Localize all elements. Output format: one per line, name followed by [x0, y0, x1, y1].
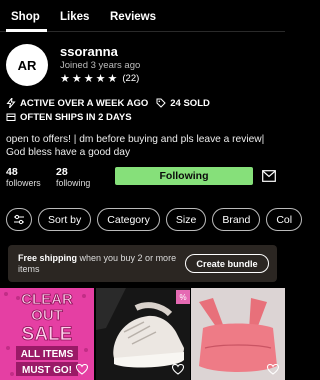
box-icon	[6, 113, 16, 121]
rating-count: (22)	[122, 73, 140, 84]
listing-item[interactable]: %	[96, 288, 190, 380]
shipping-message: Free shipping when you buy 2 or more ite…	[18, 253, 178, 275]
sort-by-chip[interactable]: Sort by	[38, 208, 92, 231]
tag-icon	[156, 98, 166, 108]
clearout-line-4: ALL ITEMS	[21, 349, 74, 360]
followers-stat[interactable]: 48 followers	[6, 167, 41, 189]
joined-date: Joined 3 years ago	[60, 60, 141, 71]
bio-text: open to offers! | dm before buying and p…	[6, 134, 265, 158]
mail-icon[interactable]	[262, 170, 276, 182]
following-label: following	[56, 178, 91, 188]
tab-likes[interactable]: Likes	[60, 11, 89, 23]
listing-grid: CLEAR OUT SALE ALL ITEMS MUST GO! %	[0, 288, 285, 380]
shipping-bold: Free shipping	[18, 253, 78, 263]
brand-chip[interactable]: Brand	[212, 208, 261, 231]
clearout-line-2: OUT	[31, 307, 63, 324]
following-count: 28	[56, 166, 68, 178]
filter-bar: Sort by Category Size Brand Col	[6, 208, 308, 232]
filter-settings-button[interactable]	[6, 208, 32, 231]
seller-badges: ACTIVE OVER A WEEK AGO 24 SOLD OFTEN SHI…	[6, 96, 282, 124]
followers-count: 48	[6, 166, 18, 178]
heart-icon[interactable]	[172, 364, 184, 375]
heart-icon[interactable]	[76, 364, 88, 375]
active-tab-indicator	[6, 29, 47, 32]
clearout-line-5: MUST GO!	[22, 365, 72, 376]
followers-label: followers	[6, 178, 41, 188]
star-icon: ★	[71, 73, 82, 85]
discount-tag: %	[176, 290, 190, 304]
ships-badge: OFTEN SHIPS IN 2 DAYS	[20, 111, 132, 123]
following-stat[interactable]: 28 following	[56, 167, 90, 189]
clearout-line-1: CLEAR	[21, 291, 73, 308]
star-icon: ★	[107, 73, 118, 85]
active-badge: ACTIVE OVER A WEEK AGO	[20, 97, 149, 109]
star-icon: ★	[60, 73, 70, 85]
sliders-icon	[14, 214, 24, 225]
avatar[interactable]: AR	[6, 44, 48, 86]
rating-stars[interactable]: ★ ★ ★ ★ ★ (22)	[60, 72, 139, 85]
tab-bar: Shop Likes Reviews	[0, 0, 285, 32]
category-chip[interactable]: Category	[97, 208, 160, 231]
following-button[interactable]: Following	[115, 167, 253, 185]
heart-icon[interactable]	[267, 364, 279, 375]
sold-badge: 24 SOLD	[170, 97, 210, 109]
color-chip[interactable]: Col	[266, 208, 303, 231]
create-bundle-button[interactable]: Create bundle	[185, 254, 269, 273]
listing-item[interactable]: CLEAR OUT SALE ALL ITEMS MUST GO!	[0, 288, 94, 380]
lightning-icon	[6, 98, 16, 108]
listing-item[interactable]	[191, 288, 285, 380]
star-icon: ★	[95, 73, 106, 85]
star-icon: ★	[83, 73, 94, 85]
tab-reviews[interactable]: Reviews	[110, 11, 156, 23]
clearout-line-3: SALE	[22, 324, 73, 345]
tab-shop[interactable]: Shop	[11, 11, 40, 23]
size-chip[interactable]: Size	[165, 208, 207, 231]
shipping-banner: Free shipping when you buy 2 or more ite…	[8, 245, 277, 282]
username: ssoranna	[60, 44, 118, 59]
